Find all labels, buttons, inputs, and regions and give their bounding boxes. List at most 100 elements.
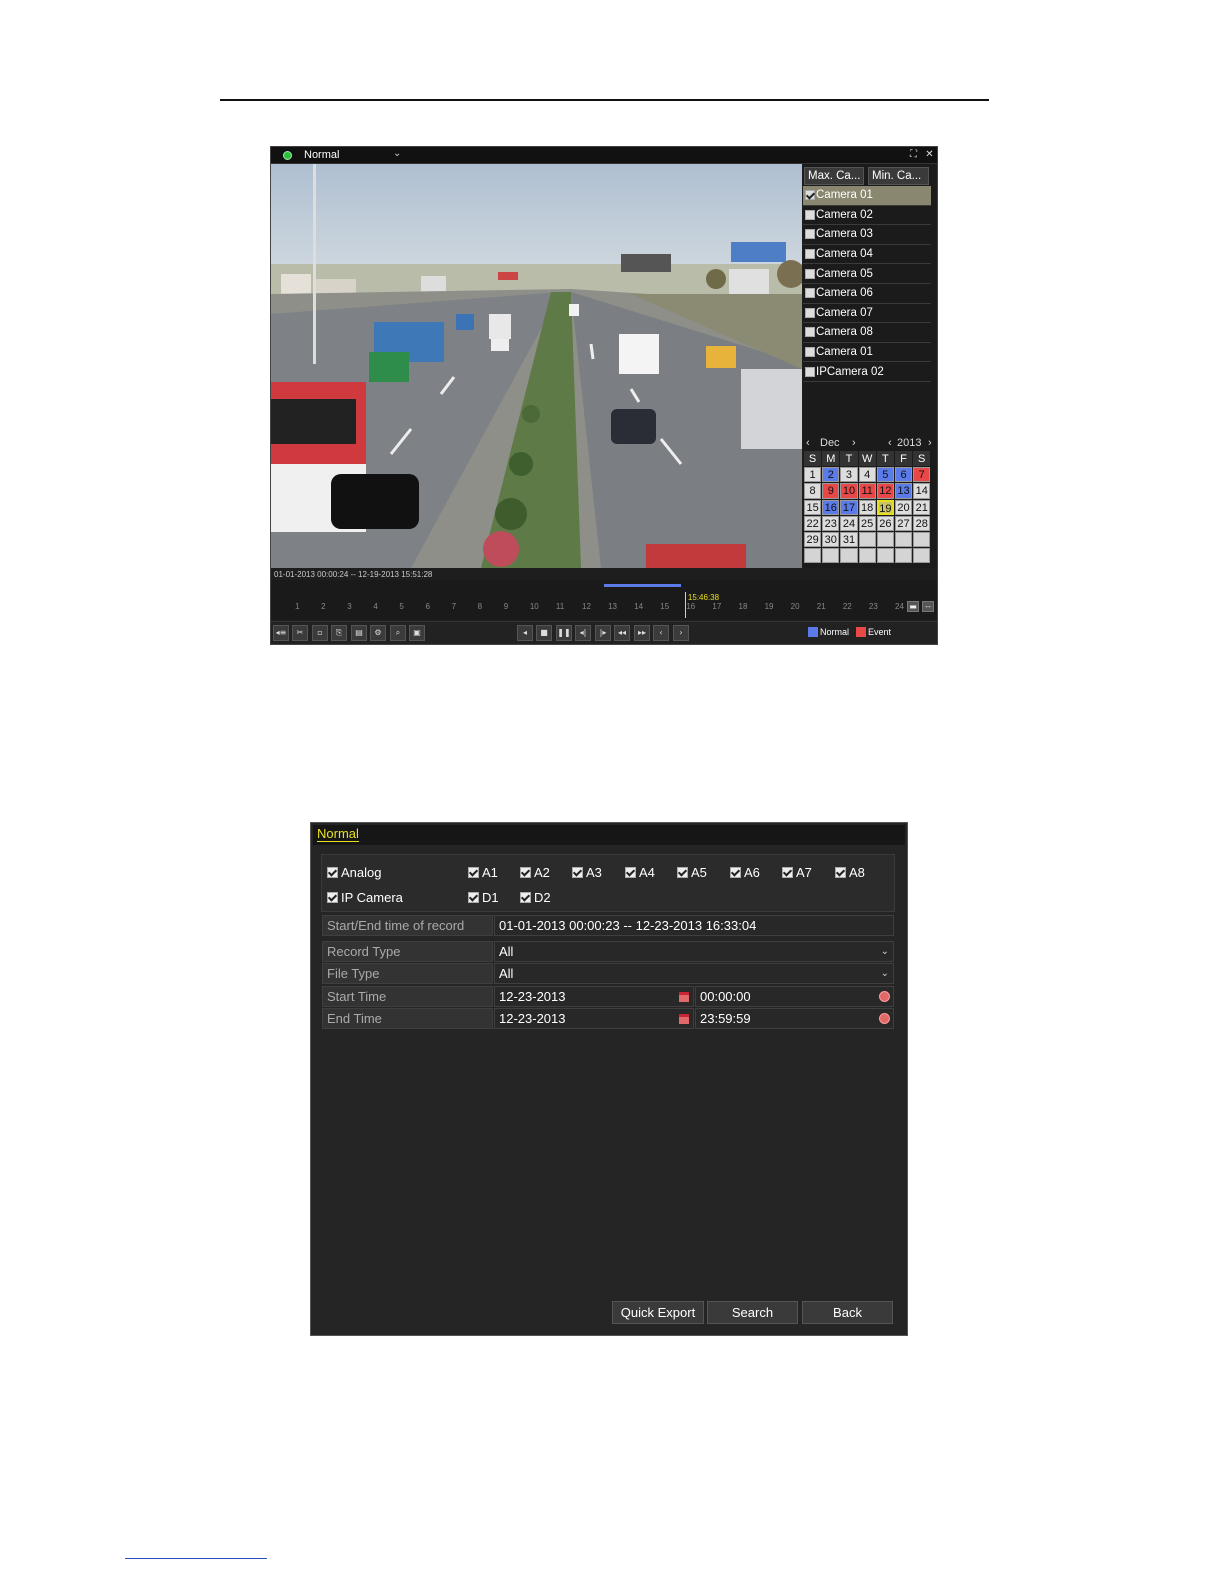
reverse-play-icon[interactable]: ◂ (517, 625, 533, 641)
picture-icon[interactable]: ▣ (409, 625, 425, 641)
channel-a5-checkbox[interactable]: A5 (677, 865, 707, 880)
max-camera-button[interactable]: Max. Ca... (804, 167, 864, 185)
checkbox-icon[interactable] (805, 268, 815, 279)
channel-a1-checkbox[interactable]: A1 (468, 865, 498, 880)
stop-icon[interactable]: ■ (536, 625, 552, 641)
calendar-day[interactable]: 7 (913, 467, 931, 483)
checkbox-icon[interactable] (805, 249, 815, 260)
timeline[interactable]: 15:46:38 1 2 3 4 5 6 7 8 9 10 11 12 13 14 15 16 17 18 19 20… (271, 580, 937, 620)
calendar-day[interactable]: 2 (822, 467, 840, 483)
calendar-day[interactable]: 11 (858, 483, 876, 499)
calendar-day[interactable]: 15 (804, 499, 822, 515)
camera-item[interactable]: Camera 01 (803, 343, 931, 363)
checkbox-icon[interactable] (805, 366, 815, 377)
calendar-day[interactable]: 8 (804, 483, 822, 499)
min-camera-button[interactable]: Min. Ca... (868, 167, 929, 185)
chevron-down-icon[interactable]: ⌄ (881, 942, 889, 961)
zoom-out-icon[interactable]: -- (922, 601, 934, 612)
calendar-day[interactable]: 29 (804, 531, 822, 548)
channel-d2-checkbox[interactable]: D2 (520, 890, 551, 905)
ip-camera-checkbox[interactable]: IP Camera (327, 890, 403, 905)
checkbox-icon[interactable] (805, 347, 815, 358)
fast-forward-icon[interactable]: ▸▸ (634, 625, 650, 641)
channel-d1-checkbox[interactable]: D1 (468, 890, 499, 905)
checkbox-icon[interactable] (805, 229, 815, 240)
step-forward-icon[interactable]: |▸ (595, 625, 611, 641)
tab-normal[interactable]: Normal (317, 827, 359, 842)
calendar-day[interactable]: 27 (894, 515, 913, 531)
step-back-icon[interactable]: ◂| (575, 625, 591, 641)
checkbox-icon[interactable] (805, 190, 815, 201)
blank-icon[interactable]: ▫ (312, 625, 328, 641)
checkbox-icon[interactable] (805, 327, 815, 338)
checkbox-icon[interactable] (327, 892, 338, 903)
record-type-select[interactable]: All ⌄ (494, 941, 894, 962)
clip-icon[interactable]: ✂ (292, 625, 308, 641)
settings-icon[interactable]: ⚙ (370, 625, 386, 641)
checkbox-icon[interactable] (805, 209, 815, 220)
checkbox-icon[interactable] (468, 892, 479, 903)
calendar-day[interactable]: 14 (913, 483, 931, 499)
checkbox-icon[interactable] (572, 867, 583, 878)
start-date-field[interactable]: 12-23-2013 (494, 986, 694, 1007)
calendar-day[interactable]: 13 (894, 483, 913, 499)
checkbox-icon[interactable] (782, 867, 793, 878)
file-type-select[interactable]: All ⌄ (494, 963, 894, 984)
calendar-day[interactable]: 19 (876, 499, 894, 515)
previous-icon[interactable]: ‹ (653, 625, 669, 641)
search-button[interactable]: Search (707, 1301, 798, 1324)
camera-item[interactable]: Camera 08 (803, 323, 931, 343)
calendar-icon[interactable] (679, 992, 689, 1002)
lock-icon[interactable]: ⎘ (331, 625, 347, 641)
end-time-field[interactable]: 23:59:59 (695, 1008, 894, 1029)
playback-mode-select[interactable]: Normal (304, 149, 339, 161)
checkbox-icon[interactable] (730, 867, 741, 878)
next-year-icon[interactable]: › (928, 437, 932, 449)
checkbox-icon[interactable] (835, 867, 846, 878)
calendar-day[interactable]: 24 (840, 515, 858, 531)
calendar-day[interactable]: 28 (913, 515, 931, 531)
prev-year-icon[interactable]: ‹ (888, 437, 892, 449)
start-time-field[interactable]: 00:00:00 (695, 986, 894, 1007)
zoom-icon[interactable]: ⌕ (390, 625, 406, 641)
calendar-day[interactable]: 12 (876, 483, 894, 499)
back-button[interactable]: Back (802, 1301, 893, 1324)
channel-a3-checkbox[interactable]: A3 (572, 865, 602, 880)
close-icon[interactable]: ✕ (923, 148, 936, 161)
end-date-field[interactable]: 12-23-2013 (494, 1008, 694, 1029)
channel-a2-checkbox[interactable]: A2 (520, 865, 550, 880)
prev-month-icon[interactable]: ‹ (806, 437, 810, 449)
audio-icon[interactable]: ◂≡ (273, 625, 289, 641)
calendar-day[interactable]: 31 (840, 531, 858, 548)
tag-icon[interactable]: ▤ (351, 625, 367, 641)
analog-checkbox[interactable]: Analog (327, 865, 381, 880)
calendar-day[interactable]: 18 (858, 499, 876, 515)
channel-a6-checkbox[interactable]: A6 (730, 865, 760, 880)
checkbox-icon[interactable] (677, 867, 688, 878)
camera-item[interactable]: Camera 02 (803, 206, 931, 226)
camera-item[interactable]: Camera 03 (803, 225, 931, 245)
calendar-day[interactable]: 23 (822, 515, 840, 531)
checkbox-icon[interactable] (805, 288, 815, 299)
chevron-down-icon[interactable]: ⌄ (881, 964, 889, 983)
calendar-day[interactable]: 3 (840, 467, 858, 483)
checkbox-icon[interactable] (468, 867, 479, 878)
camera-item[interactable]: Camera 04 (803, 245, 931, 265)
calendar-day[interactable]: 16 (822, 499, 840, 515)
calendar-day[interactable]: 1 (804, 467, 822, 483)
calendar-day[interactable]: 10 (840, 483, 858, 499)
calendar-day[interactable]: 25 (858, 515, 876, 531)
calendar-day[interactable]: 9 (822, 483, 840, 499)
next-month-icon[interactable]: › (852, 437, 856, 449)
calendar-day[interactable]: 4 (858, 467, 876, 483)
calendar-day[interactable]: 21 (913, 499, 931, 515)
pause-icon[interactable]: ❚❚ (556, 625, 572, 641)
calendar-day[interactable]: 22 (804, 515, 822, 531)
calendar-day[interactable]: 6 (894, 467, 913, 483)
channel-a4-checkbox[interactable]: A4 (625, 865, 655, 880)
zoom-in-icon[interactable]: ▬ (907, 601, 919, 612)
checkbox-icon[interactable] (520, 892, 531, 903)
camera-item[interactable]: Camera 01 (803, 186, 931, 206)
camera-item[interactable]: Camera 06 (803, 284, 931, 304)
channel-a7-checkbox[interactable]: A7 (782, 865, 812, 880)
